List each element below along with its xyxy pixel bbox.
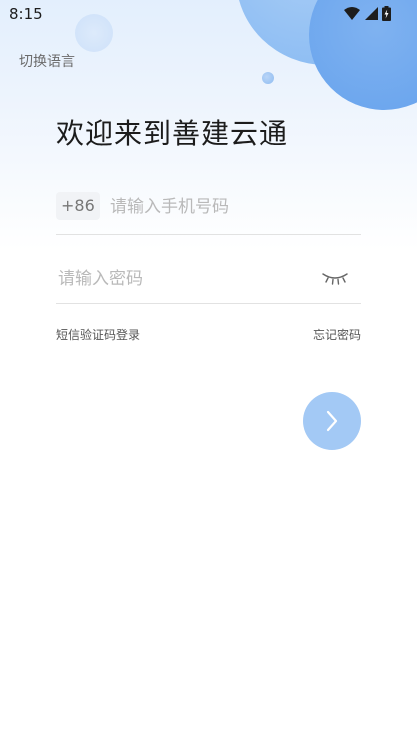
- chevron-right-icon: [326, 410, 338, 432]
- phone-field-row: +86: [56, 192, 362, 235]
- welcome-title: 欢迎来到善建云通: [56, 117, 289, 150]
- decor-dot: [262, 72, 274, 84]
- battery-icon: [382, 6, 391, 21]
- submit-button[interactable]: [303, 392, 361, 450]
- status-time: 8:15: [9, 5, 43, 23]
- country-code-selector[interactable]: +86: [56, 192, 100, 220]
- password-input[interactable]: [56, 264, 310, 294]
- phone-input[interactable]: [108, 192, 362, 222]
- signal-icon: [365, 6, 378, 20]
- password-field-row: [56, 262, 361, 304]
- status-bar: 8:15: [0, 0, 417, 30]
- sms-login-link[interactable]: 短信验证码登录: [56, 326, 140, 343]
- language-switch-link[interactable]: 切换语言: [19, 51, 75, 71]
- wifi-icon: [344, 6, 360, 20]
- forgot-password-link[interactable]: 忘记密码: [313, 326, 361, 343]
- eye-closed-icon[interactable]: [321, 270, 349, 286]
- status-icons: [344, 6, 391, 21]
